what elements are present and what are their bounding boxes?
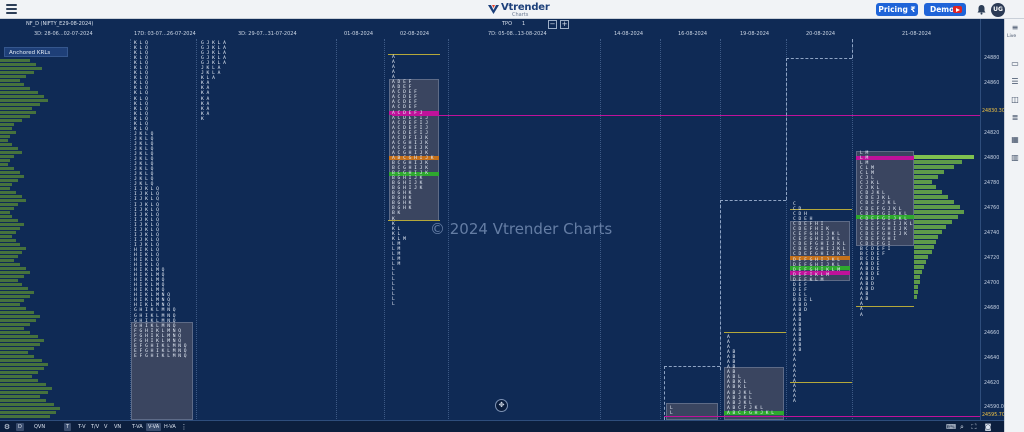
period-label: 14-08-2024 [614,31,644,37]
price-tick: 24880 [984,56,1000,61]
price-tick: 24780 [984,181,1000,186]
layout-stack-icon[interactable]: ≣ [1010,113,1020,123]
price-tick: 24700 [984,281,1000,286]
tpo-per-volume-button[interactable]: T/V [89,423,101,431]
naked-poc-line [392,115,980,116]
price-tick: 24660 [984,331,1000,336]
tpo-value-area-button[interactable]: T-VA [130,423,145,431]
layout-single-icon[interactable]: ▭ [1010,59,1020,69]
tpo-size-label: TPO [502,21,513,27]
period-header-row: 3D: 28-06...02-07-2024 17D: 03-07...26-0… [0,31,980,39]
hamburger-menu-icon[interactable] [6,4,17,14]
watermark: © 2024 Vtrender Charts [430,220,613,238]
range-guide-line [724,332,786,333]
dotted-guide [720,200,786,201]
dotted-guide [852,39,853,58]
tpo-column-17d: K L Q K L Q K L Q K L Q K L Q K L Q K L … [134,41,187,359]
price-tick: 24680 [984,306,1000,311]
keyboard-icon[interactable]: ⌨ [946,423,956,431]
price-tick: 24740 [984,231,1000,236]
price-tick: 24620 [984,381,1000,386]
camera-icon[interactable]: ◙ [984,423,992,431]
vn-button[interactable]: VN [112,423,123,431]
volume-value-area-button[interactable]: V-VA [146,423,162,431]
bottom-toolbar: ⚙ D QVN T T-V T/V V VN T-VA V-VA H-VA ⋮ … [0,420,1004,432]
daily-button[interactable]: D [16,423,24,431]
price-tick: 24860 [984,81,1000,86]
price-axis[interactable]: 24880 24860 24830.30 24820 24800 24780 2… [980,19,1007,420]
period-separator [196,39,197,419]
dotted-guide [664,366,720,367]
tpo-size-value[interactable]: 1 [522,21,525,27]
period-label: 19-08-2024 [740,31,770,37]
tpo-volume-button[interactable]: T-V [76,423,88,431]
period-separator [852,39,853,419]
symbol-label: NF_D (NIFTY_E29-08-2024) [26,21,94,27]
current-price-tag: 24830.30 [981,109,1006,114]
price-tick: 24640 [984,356,1000,361]
app-root: Vtrender Charts Pricing ₹ Demo UG NF_D (… [0,0,1024,432]
tpo-column-2008: C C D C D H C D E H C D E F H I C D E F … [793,202,846,404]
price-tick: 24820 [984,131,1000,136]
period-label: 3D: 28-06...02-07-2024 [34,31,93,37]
tpo-column-3d: G J K L A G J K L A G J K L A G J K L A … [201,41,226,122]
price-tick: 24800 [984,156,1000,161]
top-bar: Vtrender Charts Pricing ₹ Demo UG [0,0,1024,19]
more-options-icon[interactable]: ⋮ [180,423,188,431]
value-area-box [666,403,718,420]
tpo-column-0208: A A A A A A D E F A D E F A C D E F A C … [392,55,434,308]
settings-gear-icon[interactable]: ⚙ [3,423,11,431]
fullscreen-icon[interactable]: ⛶ [970,423,978,431]
layout-split-icon[interactable]: ◫ [1010,95,1020,105]
youtube-icon [953,6,962,13]
dotted-guide [720,200,721,370]
composite-volume-profile [0,59,60,418]
hybrid-value-area-button[interactable]: H-VA [162,423,178,431]
tpo-column-1608: L L [670,406,673,417]
period-label: 20-08-2024 [806,31,836,37]
low-price-tag: 24595.70 [981,413,1006,418]
day-volume-profile [914,155,974,299]
tpo-mode-button[interactable]: T [64,423,72,431]
period-label: 17D: 03-07...26-07-2024 [134,31,196,37]
qvn-button[interactable]: QVN [32,423,47,431]
demo-button[interactable]: Demo [924,3,966,16]
zoom-search-icon[interactable]: ⌕ [958,423,966,431]
notification-bell-icon[interactable] [976,4,987,15]
right-toolbar: ≡ Live ▭ ☰ ◫ ≣ ▦ ▥ [1004,19,1024,432]
pricing-button[interactable]: Pricing ₹ [876,3,918,16]
volume-button[interactable]: V [102,423,109,431]
increase-tpo-button[interactable]: + [560,20,569,29]
move-crosshair-icon[interactable]: ✥ [495,399,508,412]
period-label: 7D: 05-08...13-08-2024 [488,31,547,37]
period-label: 16-08-2024 [678,31,708,37]
price-tick: 24760 [984,206,1000,211]
demo-button-label: Demo [930,5,955,14]
period-label: 01-08-2024 [344,31,374,37]
period-separator [384,39,385,419]
price-tick: 24720 [984,256,1000,261]
live-label: Live [1007,34,1017,39]
logo-subtext: Charts [512,12,529,18]
layout-rows-icon[interactable]: ☰ [1010,77,1020,87]
chart-type-icon[interactable]: ≡ [1010,23,1020,33]
naked-poc-line-2 [664,416,980,417]
layout-columns-icon[interactable]: ▥ [1010,153,1020,163]
period-separator [660,39,661,419]
period-label: 3D: 29-07...31-07-2024 [238,31,297,37]
logo-mark-icon [488,5,499,14]
anchored-krls-toggle[interactable]: Anchored KRLs [4,47,68,57]
period-label: 21-08-2024 [902,31,932,37]
dotted-guide [664,366,665,420]
dotted-guide [786,58,852,59]
dotted-guide [786,58,787,200]
decrease-tpo-button[interactable]: − [548,20,557,29]
tpo-chart-area[interactable]: NF_D (NIFTY_E29-08-2024) TPO 1 − + 3D: 2… [0,19,1004,420]
period-label: 02-08-2024 [400,31,430,37]
layout-grid-icon[interactable]: ▦ [1010,135,1020,145]
tpo-column-2108: L M L M L M C L M C L M C J L C J K L C … [860,151,913,318]
period-separator [336,39,337,419]
tpo-column-1908: A A A A B A B A B A B A B A B L A B K L … [727,335,775,416]
user-avatar[interactable]: UG [991,3,1005,17]
